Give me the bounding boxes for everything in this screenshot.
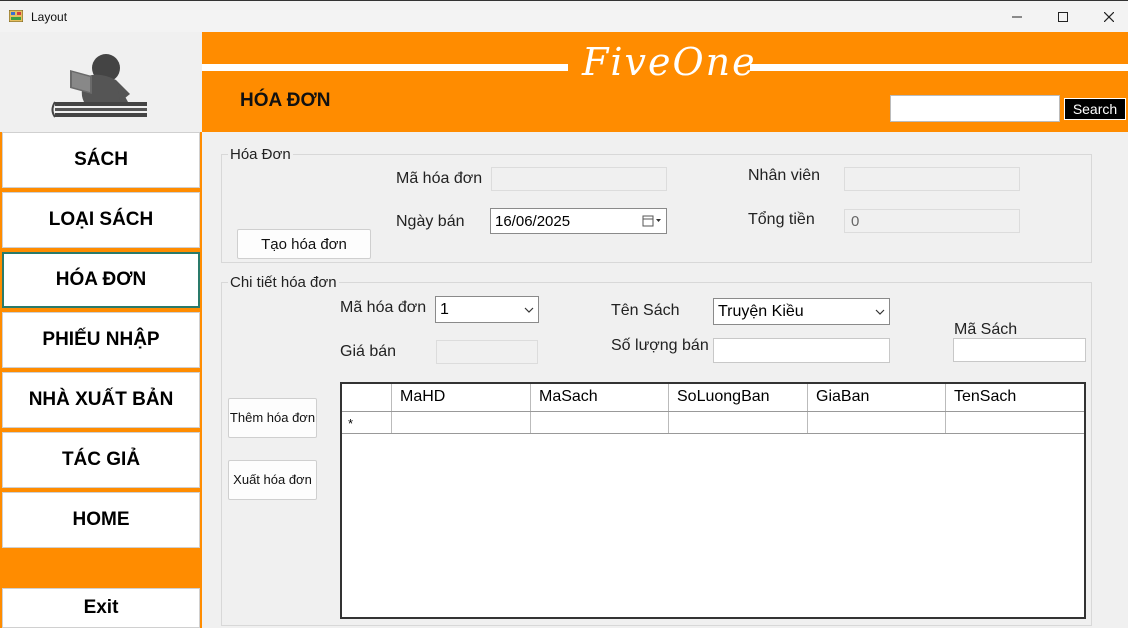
new-row-marker: * bbox=[342, 412, 392, 433]
grid-column-soluongban[interactable]: SoLuongBan bbox=[669, 384, 808, 411]
invoice-detail-grid[interactable]: MaHD MaSach SoLuongBan GiaBan TenSach * bbox=[340, 382, 1086, 619]
minimize-button[interactable] bbox=[994, 1, 1040, 33]
detail-invoice-id-label: Mã hóa đơn bbox=[340, 299, 427, 316]
book-id-field[interactable] bbox=[953, 338, 1086, 362]
grid-cell[interactable] bbox=[669, 412, 808, 433]
sale-date-picker[interactable]: 16/06/2025 bbox=[490, 208, 667, 234]
grid-cell[interactable] bbox=[531, 412, 669, 433]
chevron-down-icon bbox=[875, 309, 885, 315]
total-field[interactable]: 0 bbox=[844, 209, 1020, 233]
grid-cell[interactable] bbox=[392, 412, 531, 433]
search-input[interactable] bbox=[890, 95, 1060, 122]
app-icon bbox=[9, 10, 23, 22]
grid-column-giaban[interactable]: GiaBan bbox=[808, 384, 946, 411]
grid-cell[interactable] bbox=[808, 412, 946, 433]
sale-date-value: 16/06/2025 bbox=[495, 212, 571, 230]
page-title: HÓA ĐƠN bbox=[240, 90, 331, 111]
header: FiveOne HÓA ĐƠN Search bbox=[202, 32, 1128, 132]
sidebar-item-home[interactable]: HOME bbox=[2, 492, 200, 548]
sidebar-item-hoa-don[interactable]: HÓA ĐƠN bbox=[2, 252, 200, 308]
window-title: Layout bbox=[31, 10, 68, 24]
sidebar-item-loai-sach[interactable]: LOẠI SÁCH bbox=[2, 192, 200, 248]
employee-field[interactable] bbox=[844, 167, 1020, 191]
maximize-button[interactable] bbox=[1040, 1, 1086, 33]
export-invoice-button[interactable]: Xuất hóa đơn bbox=[228, 460, 317, 500]
calendar-icon bbox=[642, 215, 661, 227]
book-name-select[interactable]: Truyện Kiều bbox=[713, 298, 890, 325]
price-label: Giá bán bbox=[340, 343, 397, 360]
total-label: Tổng tiền bbox=[748, 211, 815, 228]
invoice-id-field[interactable] bbox=[491, 167, 667, 191]
employee-label: Nhân viên bbox=[748, 167, 821, 184]
add-invoice-detail-button[interactable]: Thêm hóa đơn bbox=[228, 398, 317, 438]
grid-column-tensach[interactable]: TenSach bbox=[946, 384, 1084, 411]
table-row[interactable]: * bbox=[342, 412, 1084, 434]
reading-child-logo-icon bbox=[51, 54, 147, 118]
detail-group-title: Chi tiết hóa đơn bbox=[228, 274, 339, 291]
chevron-down-icon bbox=[524, 307, 534, 313]
grid-column-masach[interactable]: MaSach bbox=[531, 384, 669, 411]
grid-row-header-corner bbox=[342, 384, 392, 411]
sidebar-item-tac-gia[interactable]: TÁC GIẢ bbox=[2, 432, 200, 488]
quantity-field[interactable] bbox=[713, 338, 890, 363]
logo-area bbox=[0, 32, 202, 132]
header-divider-left bbox=[202, 64, 568, 71]
close-button[interactable] bbox=[1086, 1, 1128, 33]
brand-title: FiveOne bbox=[582, 40, 757, 84]
grid-header: MaHD MaSach SoLuongBan GiaBan TenSach bbox=[342, 384, 1084, 412]
book-name-value: Truyện Kiều bbox=[718, 302, 804, 320]
header-divider-right bbox=[750, 64, 1128, 71]
window-titlebar: Layout bbox=[0, 0, 1128, 32]
main-content: Hóa Đơn Mã hóa đơn Nhân viên Ngày bán 16… bbox=[202, 132, 1128, 628]
sidebar-item-sach[interactable]: SÁCH bbox=[2, 132, 200, 188]
invoice-group-title: Hóa Đơn bbox=[228, 146, 293, 163]
sidebar-item-nha-xuat-ban[interactable]: NHÀ XUẤT BẢN bbox=[2, 372, 200, 428]
sidebar: SÁCH LOẠI SÁCH HÓA ĐƠN PHIẾU NHẬP NHÀ XU… bbox=[0, 32, 202, 628]
exit-button[interactable]: Exit bbox=[2, 588, 200, 628]
book-id-label: Mã Sách bbox=[954, 321, 1018, 338]
detail-invoice-id-select[interactable]: 1 bbox=[435, 296, 539, 323]
grid-cell[interactable] bbox=[946, 412, 1084, 433]
sidebar-item-phieu-nhap[interactable]: PHIẾU NHẬP bbox=[2, 312, 200, 368]
create-invoice-button[interactable]: Tạo hóa đơn bbox=[237, 229, 371, 259]
quantity-label: Số lượng bán bbox=[611, 337, 709, 354]
maximize-icon bbox=[1058, 12, 1068, 22]
price-field[interactable] bbox=[436, 340, 538, 364]
invoice-id-label: Mã hóa đơn bbox=[396, 170, 483, 187]
detail-invoice-id-value: 1 bbox=[440, 300, 449, 318]
grid-column-mahd[interactable]: MaHD bbox=[392, 384, 531, 411]
book-name-label: Tên Sách bbox=[611, 302, 680, 319]
close-icon bbox=[1104, 12, 1114, 22]
minimize-icon bbox=[1012, 16, 1022, 18]
search-button[interactable]: Search bbox=[1064, 98, 1126, 120]
sale-date-label: Ngày bán bbox=[396, 213, 465, 230]
